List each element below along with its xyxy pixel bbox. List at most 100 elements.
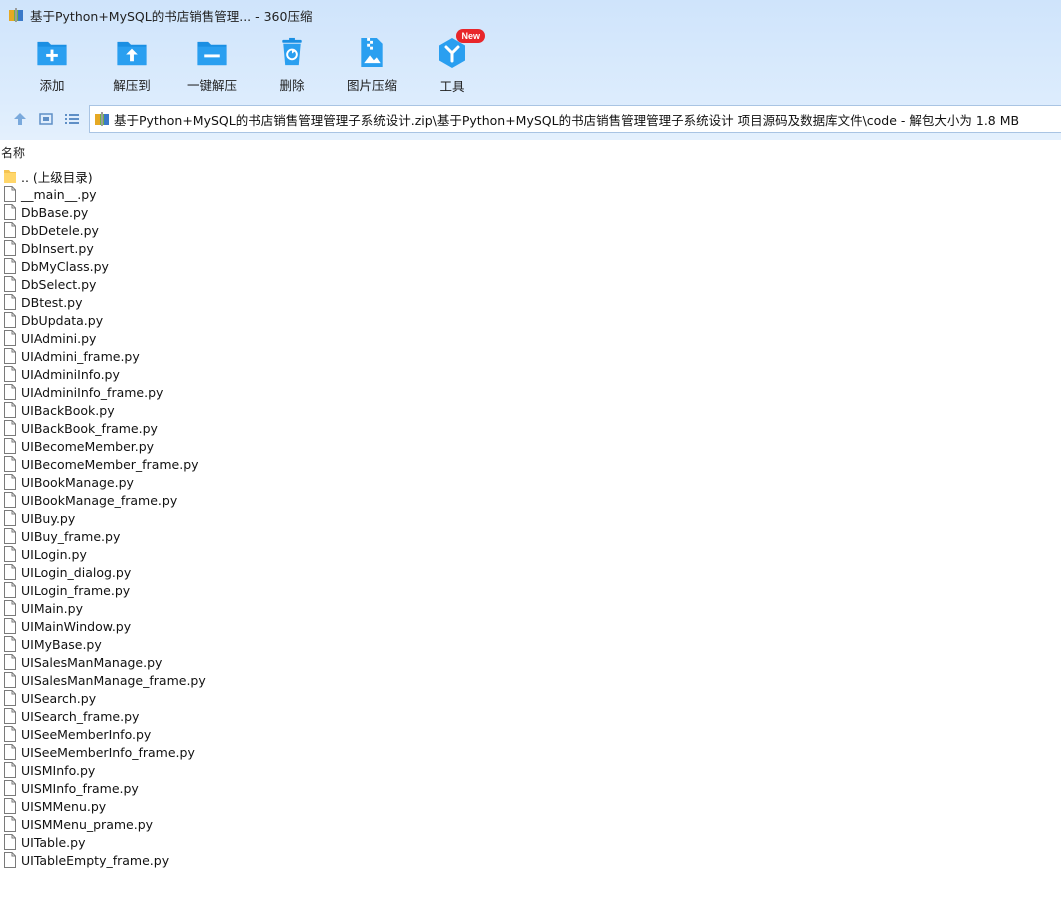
- file-row[interactable]: UIAdminiInfo.py: [3, 365, 206, 383]
- file-row[interactable]: UIBookManage_frame.py: [3, 491, 206, 509]
- file-row[interactable]: UIMainWindow.py: [3, 617, 206, 635]
- delete-label: 删除: [279, 78, 305, 93]
- file-name: DBtest.py: [21, 294, 83, 310]
- file-name: UILogin.py: [21, 546, 87, 562]
- file-row[interactable]: UIBookManage.py: [3, 473, 206, 491]
- file-name: UIBackBook.py: [21, 402, 115, 418]
- file-name: UIAdminiInfo_frame.py: [21, 384, 164, 400]
- file-name: UIBookManage_frame.py: [21, 492, 178, 508]
- file-row[interactable]: UILogin_dialog.py: [3, 563, 206, 581]
- file-row[interactable]: UISalesManManage_frame.py: [3, 671, 206, 689]
- image-compress-label: 图片压缩: [346, 78, 397, 93]
- file-row[interactable]: UIBecomeMember.py: [3, 437, 206, 455]
- file-icon: [4, 852, 16, 868]
- extract-to-label: 解压到: [113, 78, 151, 93]
- file-row[interactable]: UITable.py: [3, 833, 206, 851]
- file-icon: [4, 492, 16, 508]
- file-icon: [4, 582, 16, 598]
- file-icon: [4, 258, 16, 274]
- file-icon: [4, 348, 16, 364]
- file-name: DbUpdata.py: [21, 312, 104, 328]
- file-icon: [4, 384, 16, 400]
- file-name: UIBookManage.py: [21, 474, 134, 490]
- file-icon: [4, 366, 16, 382]
- file-row[interactable]: DbSelect.py: [3, 275, 206, 293]
- file-name: UIAdmini_frame.py: [21, 348, 140, 364]
- file-row[interactable]: UISalesManManage.py: [3, 653, 206, 671]
- column-header-name[interactable]: 名称: [0, 144, 1061, 162]
- file-icon: [4, 222, 16, 238]
- file-row[interactable]: UISearch.py: [3, 689, 206, 707]
- one-click-extract-label: 一键解压: [186, 78, 237, 93]
- file-icon: [4, 294, 16, 310]
- file-row[interactable]: UIMyBase.py: [3, 635, 206, 653]
- file-name: UISeeMemberInfo_frame.py: [21, 744, 195, 760]
- address-bar[interactable]: 基于Python+MySQL的书店销售管理管理子系统设计.zip\基于Pytho…: [89, 105, 1061, 133]
- file-row[interactable]: DbMyClass.py: [3, 257, 206, 275]
- file-row[interactable]: UIAdminiInfo_frame.py: [3, 383, 206, 401]
- archive-app-icon: [9, 8, 23, 22]
- file-row[interactable]: UIBackBook.py: [3, 401, 206, 419]
- file-row[interactable]: UILogin.py: [3, 545, 206, 563]
- file-name: DbMyClass.py: [21, 258, 109, 274]
- file-row[interactable]: UISearch_frame.py: [3, 707, 206, 725]
- file-row[interactable]: UISeeMemberInfo.py: [3, 725, 206, 743]
- up-arrow-icon[interactable]: [12, 111, 28, 127]
- file-list: .. (上级目录) __main__.py DbBase.py DbDetele.p…: [3, 167, 206, 869]
- tools-label: 工具: [439, 79, 465, 94]
- file-name: UITable.py: [21, 834, 86, 850]
- image-compress-button[interactable]: 图片压缩: [332, 36, 412, 94]
- file-name: __main__.py: [21, 186, 97, 202]
- list-view-icon[interactable]: [64, 111, 80, 127]
- file-row[interactable]: UISMMenu_prame.py: [3, 815, 206, 833]
- file-row[interactable]: DbBase.py: [3, 203, 206, 221]
- file-icon: [4, 312, 16, 328]
- delete-button[interactable]: 删除: [252, 36, 332, 94]
- file-row[interactable]: DbUpdata.py: [3, 311, 206, 329]
- file-row[interactable]: UITableEmpty_frame.py: [3, 851, 206, 869]
- archive-file-icon: [95, 112, 109, 126]
- file-icon: [4, 618, 16, 634]
- window-title: 基于Python+MySQL的书店销售管理... - 360压缩: [30, 8, 313, 24]
- file-icon: [4, 240, 16, 256]
- add-button[interactable]: 添加: [12, 36, 92, 94]
- file-row[interactable]: UISMInfo.py: [3, 761, 206, 779]
- file-row[interactable]: __main__.py: [3, 185, 206, 203]
- file-icon: [4, 744, 16, 760]
- parent-directory-label: .. (上级目录): [21, 169, 93, 185]
- file-row[interactable]: UISMMenu.py: [3, 797, 206, 815]
- file-row[interactable]: UIBuy_frame.py: [3, 527, 206, 545]
- tools-button[interactable]: New 工具: [412, 29, 492, 94]
- file-row[interactable]: DbDetele.py: [3, 221, 206, 239]
- file-row[interactable]: UIAdmini.py: [3, 329, 206, 347]
- file-icon: [4, 600, 16, 616]
- file-row[interactable]: UISMInfo_frame.py: [3, 779, 206, 797]
- file-icon: [4, 690, 16, 706]
- toolbar: 添加 解压到 一键解压 删除 图片压缩 New 工具: [0, 29, 1061, 94]
- file-row[interactable]: UISeeMemberInfo_frame.py: [3, 743, 206, 761]
- top-chrome: 基于Python+MySQL的书店销售管理... - 360压缩 添加 解压到: [0, 0, 1061, 140]
- file-row[interactable]: UIAdmini_frame.py: [3, 347, 206, 365]
- thumbnail-view-icon[interactable]: [38, 111, 54, 127]
- one-click-extract-button[interactable]: 一键解压: [172, 36, 252, 94]
- file-name: UISearch.py: [21, 690, 97, 706]
- file-name: UIAdminiInfo.py: [21, 366, 120, 382]
- file-name: DbSelect.py: [21, 276, 97, 292]
- file-row[interactable]: UIBuy.py: [3, 509, 206, 527]
- file-name: UIBuy.py: [21, 510, 76, 526]
- file-row[interactable]: UILogin_frame.py: [3, 581, 206, 599]
- file-name: DbBase.py: [21, 204, 89, 220]
- tools-icon-wrap: New: [435, 29, 485, 70]
- file-name: UISalesManManage.py: [21, 654, 163, 670]
- archive-path: 基于Python+MySQL的书店销售管理管理子系统设计.zip\基于Pytho…: [114, 112, 1020, 128]
- file-row[interactable]: UIBecomeMember_frame.py: [3, 455, 206, 473]
- file-row[interactable]: DbInsert.py: [3, 239, 206, 257]
- extract-to-button[interactable]: 解压到: [92, 36, 172, 94]
- one-click-extract-icon: [197, 41, 227, 66]
- file-row[interactable]: UIMain.py: [3, 599, 206, 617]
- file-icon: [4, 204, 16, 220]
- file-row[interactable]: UIBackBook_frame.py: [3, 419, 206, 437]
- parent-directory-row[interactable]: .. (上级目录): [3, 167, 206, 185]
- file-row[interactable]: DBtest.py: [3, 293, 206, 311]
- image-compress-icon: [361, 37, 383, 68]
